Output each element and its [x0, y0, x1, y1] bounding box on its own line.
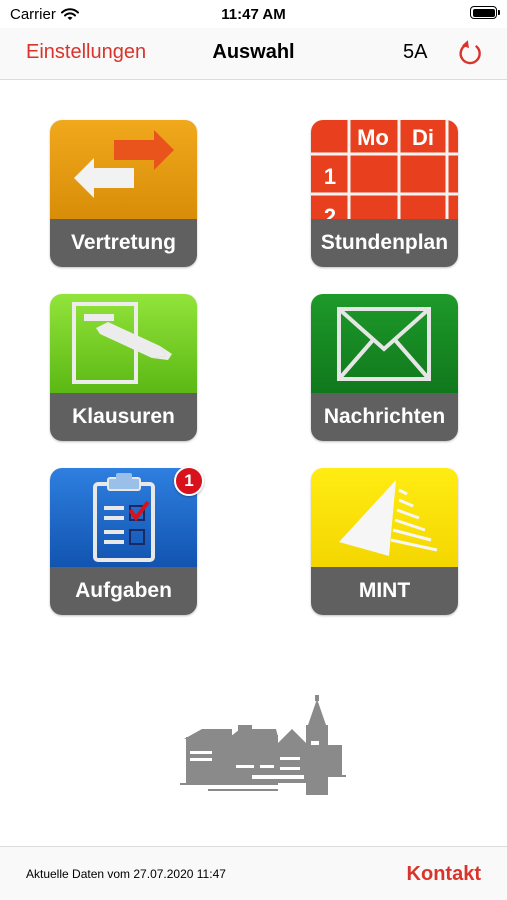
tile-aufgaben[interactable]: Aufgaben — [50, 468, 197, 615]
refresh-icon[interactable] — [455, 38, 485, 68]
notification-badge: 1 — [174, 466, 204, 496]
timetable-header-mo: Mo — [357, 125, 389, 150]
tile-mint[interactable]: MINT — [311, 468, 458, 615]
contact-button[interactable]: Kontakt — [407, 863, 481, 886]
exam-pencil-icon — [50, 294, 197, 393]
tile-vertretung-label: Vertretung — [50, 219, 197, 267]
tile-vertretung[interactable]: Vertretung — [50, 120, 197, 267]
navigation-bar: Einstellungen Auswahl 5A — [0, 28, 507, 80]
tile-stundenplan-label: Stundenplan — [311, 219, 458, 267]
settings-button[interactable]: Einstellungen — [26, 41, 146, 64]
tile-stundenplan[interactable]: Mo Di 1 2 Stundenplan — [311, 120, 458, 267]
battery-icon — [470, 6, 500, 19]
tile-mint-label: MINT — [311, 567, 458, 615]
tile-aufgaben-label: Aufgaben — [50, 567, 197, 615]
envelope-icon — [311, 294, 458, 393]
status-bar: Carrier 11:47 AM — [0, 0, 507, 28]
tile-nachrichten-label: Nachrichten — [311, 393, 458, 441]
footer-bar: Aktuelle Daten vom 27.07.2020 11:47 Kont… — [0, 846, 507, 900]
timetable-row-2: 2 — [324, 204, 336, 219]
timetable-header-di: Di — [412, 125, 434, 150]
status-time: 11:47 AM — [221, 6, 286, 23]
school-building-logo — [180, 695, 346, 795]
pyramid-icon — [311, 468, 458, 567]
class-label: 5A — [403, 41, 428, 63]
tile-nachrichten[interactable]: Nachrichten — [311, 294, 458, 441]
timetable-icon: Mo Di 1 2 — [311, 120, 458, 219]
tile-klausuren[interactable]: Klausuren — [50, 294, 197, 441]
data-timestamp: Aktuelle Daten vom 27.07.2020 11:47 — [26, 867, 226, 881]
swap-arrows-icon — [50, 120, 197, 219]
tile-klausuren-label: Klausuren — [50, 393, 197, 441]
timetable-row-1: 1 — [324, 164, 336, 189]
